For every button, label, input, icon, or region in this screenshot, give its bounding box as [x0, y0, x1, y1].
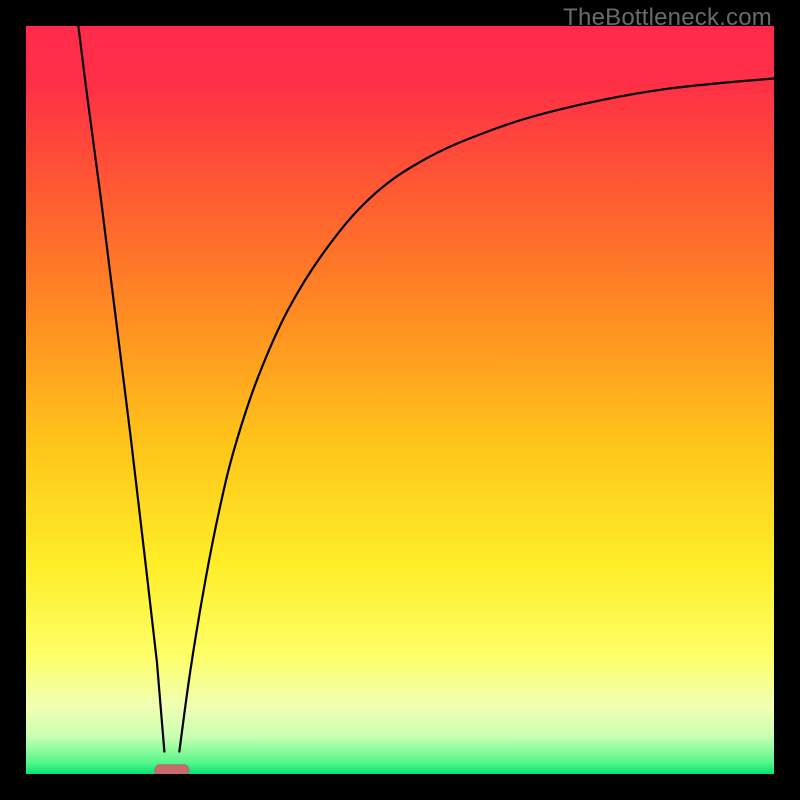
plot-area	[26, 26, 774, 774]
gradient-background	[26, 26, 774, 774]
minimum-marker-pill	[155, 765, 189, 774]
chart-frame: TheBottleneck.com	[0, 0, 800, 800]
chart-svg	[26, 26, 774, 774]
